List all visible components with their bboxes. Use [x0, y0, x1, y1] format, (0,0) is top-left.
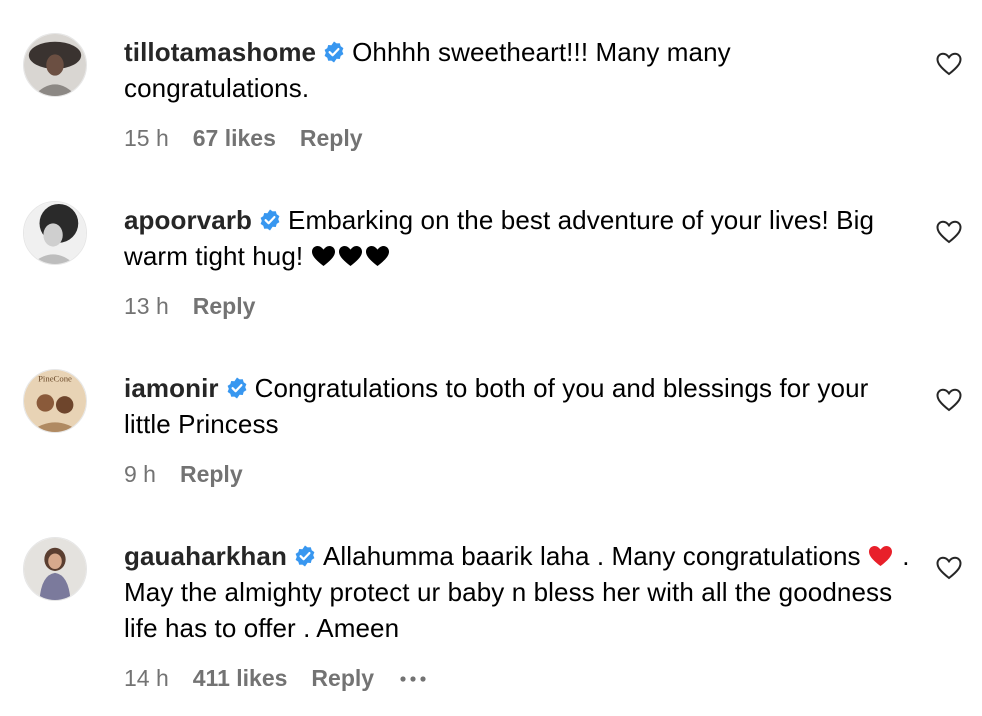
- avatar[interactable]: [23, 33, 87, 97]
- username[interactable]: apoorvarb: [124, 205, 252, 235]
- likes-count[interactable]: 411 likes: [193, 665, 288, 691]
- comment-time[interactable]: 13 h: [124, 293, 169, 319]
- avatar-image: [24, 202, 86, 264]
- avatar-logo-text: PineCone: [38, 374, 72, 384]
- reply-button[interactable]: Reply: [180, 461, 243, 487]
- avatar[interactable]: [23, 537, 87, 601]
- black-heart-emoji: [311, 245, 336, 267]
- username[interactable]: tillotamashome: [124, 37, 316, 67]
- avatar-image: PineCone: [24, 370, 86, 432]
- comment-body: tillotamashome Ohhhh sweetheart!!! Many m…: [124, 34, 914, 106]
- comment-meta: 13 h Reply: [124, 291, 279, 321]
- username[interactable]: iamonir: [124, 373, 219, 403]
- black-heart-emoji: [338, 245, 363, 267]
- more-options-icon[interactable]: [396, 663, 430, 693]
- avatar[interactable]: [23, 201, 87, 265]
- comment-time[interactable]: 9 h: [124, 461, 156, 487]
- reply-button[interactable]: Reply: [193, 293, 256, 319]
- comment-meta: 9 h Reply: [124, 459, 267, 489]
- verified-badge-icon: [293, 544, 317, 568]
- comment-time[interactable]: 15 h: [124, 125, 169, 151]
- like-heart-icon[interactable]: [936, 388, 962, 412]
- reply-button[interactable]: Reply: [300, 125, 363, 151]
- like-heart-icon[interactable]: [936, 220, 962, 244]
- red-heart-emoji: [868, 545, 893, 567]
- like-heart-icon[interactable]: [936, 556, 962, 580]
- likes-count[interactable]: 67 likes: [193, 125, 276, 151]
- black-heart-emoji: [365, 245, 390, 267]
- comment-text: Allahumma baarik laha . Many congratulat…: [322, 541, 861, 571]
- avatar-image: [24, 34, 86, 96]
- comment-meta: 15 h 67 likes Reply: [124, 123, 387, 153]
- comment-body: iamonir Congratulations to both of you an…: [124, 370, 914, 442]
- comment-meta: 14 h 411 likes Reply: [124, 663, 454, 693]
- comment-body: apoorvarb Embarking on the best adventure…: [124, 202, 914, 274]
- verified-badge-icon: [225, 376, 249, 400]
- avatar-image: [24, 538, 86, 600]
- username[interactable]: gauaharkhan: [124, 541, 287, 571]
- verified-badge-icon: [322, 40, 346, 64]
- comment-time[interactable]: 14 h: [124, 665, 169, 691]
- comment-body: gauaharkhan Allahumma baarik laha . Many …: [124, 538, 914, 646]
- avatar[interactable]: PineCone: [23, 369, 87, 433]
- verified-badge-icon: [258, 208, 282, 232]
- like-heart-icon[interactable]: [936, 52, 962, 76]
- comments-list: tillotamashome Ohhhh sweetheart!!! Many m…: [0, 0, 982, 716]
- reply-button[interactable]: Reply: [311, 665, 374, 691]
